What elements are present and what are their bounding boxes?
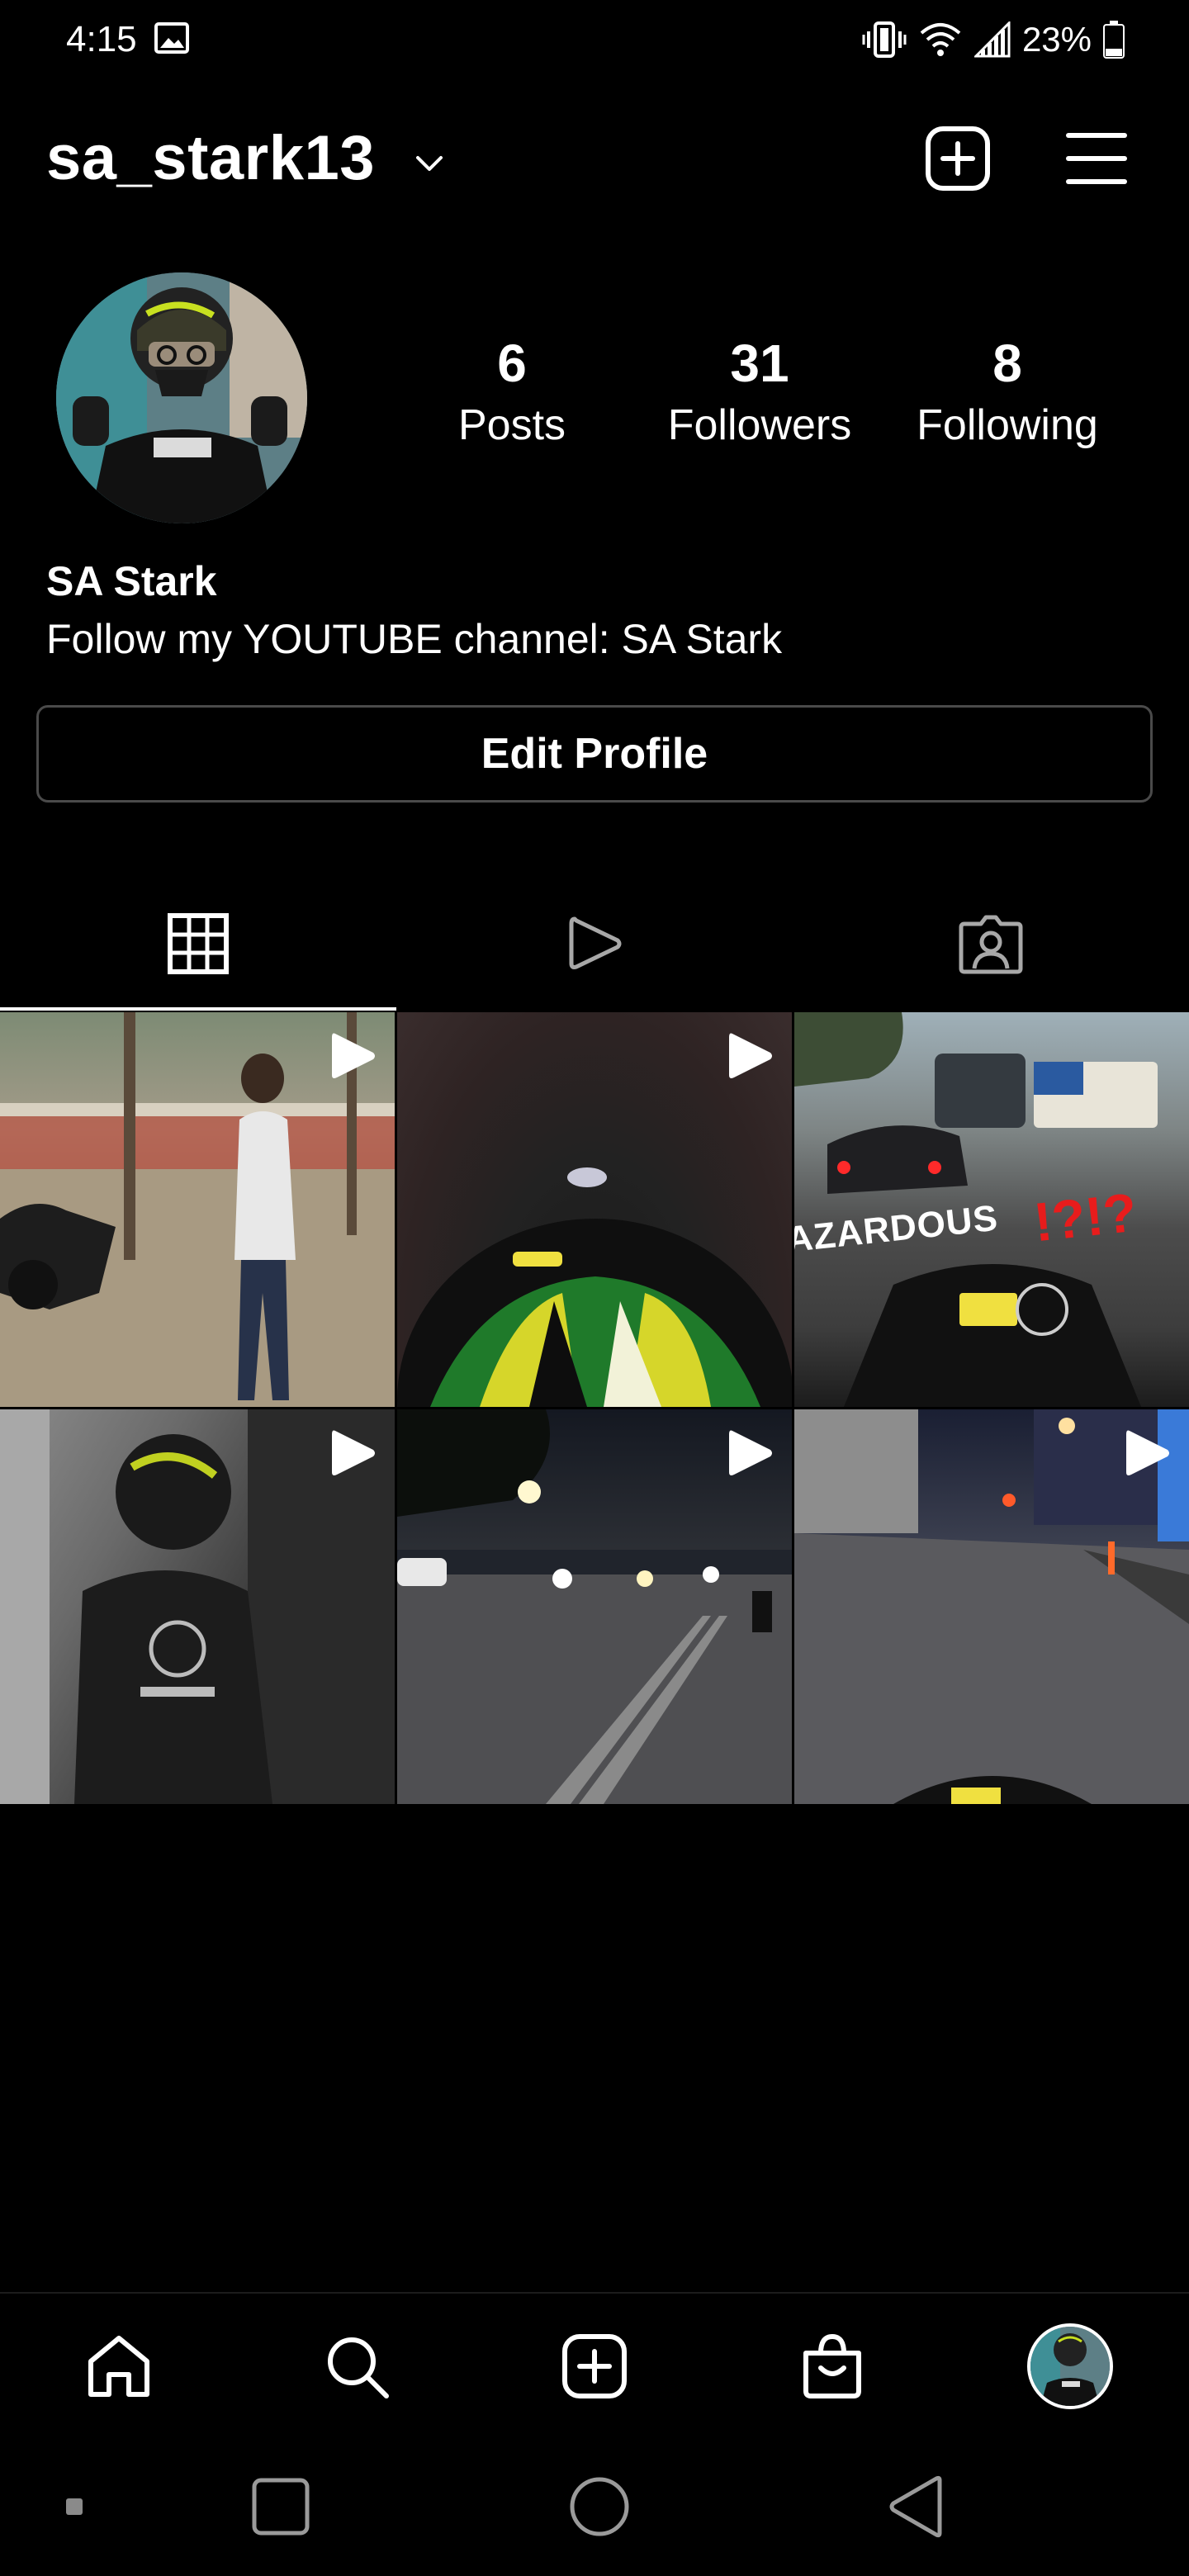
- battery-icon: [1103, 21, 1125, 59]
- home-circle-icon: [570, 2477, 629, 2536]
- profile-stats: 6 Posts 31 Followers 8 Following: [396, 330, 1139, 479]
- posts-count: 6: [497, 334, 527, 393]
- create-icon: [562, 2334, 627, 2398]
- grid-icon: [168, 913, 229, 974]
- following-label: Following: [917, 401, 1098, 449]
- stat-posts[interactable]: 6 Posts: [421, 330, 603, 454]
- search-icon: [328, 2337, 389, 2398]
- battery-percent: 23%: [1021, 20, 1092, 59]
- home-button[interactable]: [558, 2465, 641, 2548]
- tagged-person-icon: [959, 915, 1023, 974]
- nav-home[interactable]: [0, 2294, 238, 2439]
- nav-search[interactable]: [238, 2294, 476, 2439]
- system-dot: [58, 2465, 91, 2548]
- video-indicator-icon: [729, 1430, 772, 1475]
- status-bar: 4:15 23%: [0, 0, 1189, 79]
- post-tile[interactable]: AZARDOUS !?!?: [794, 1012, 1189, 1407]
- chevron-down-icon[interactable]: [413, 147, 446, 180]
- selected-tab-indicator: [0, 1007, 396, 1011]
- nav-shop[interactable]: [713, 2294, 951, 2439]
- post-overlay-marks: !?!?: [1030, 1181, 1140, 1253]
- profile-tabs: [0, 875, 1189, 1012]
- followers-count: 31: [730, 334, 789, 393]
- home-icon: [88, 2336, 149, 2397]
- stat-followers[interactable]: 31 Followers: [644, 330, 875, 454]
- following-count: 8: [992, 334, 1022, 393]
- username-title[interactable]: sa_stark13: [46, 119, 375, 198]
- post-tile[interactable]: [397, 1409, 792, 1804]
- square-dot-icon: [66, 2498, 83, 2515]
- back-icon: [889, 2475, 942, 2538]
- wifi-icon: [920, 23, 961, 56]
- profile-avatar[interactable]: [56, 272, 307, 523]
- posts-grid: AZARDOUS !?!?: [0, 1012, 1189, 1805]
- video-indicator-icon: [332, 1430, 375, 1475]
- vibrate-icon: [862, 21, 907, 58]
- hamburger-menu-icon[interactable]: [1062, 124, 1131, 193]
- new-post-icon[interactable]: [921, 122, 994, 195]
- status-time: 4:15: [66, 19, 137, 59]
- bio-text: Follow my YOUTUBE channel: SA Stark: [46, 616, 783, 662]
- post-tile[interactable]: [397, 1012, 792, 1407]
- recents-button[interactable]: [239, 2465, 322, 2548]
- avatar-photo: [56, 272, 307, 523]
- signal-icon: [973, 21, 1011, 58]
- recents-icon: [252, 2478, 310, 2536]
- tab-reels[interactable]: [396, 875, 793, 1012]
- edit-profile-button[interactable]: Edit Profile: [36, 705, 1153, 803]
- posts-label: Posts: [457, 401, 566, 449]
- profile-avatar-small: [1027, 2323, 1113, 2409]
- post-tile[interactable]: [0, 1012, 395, 1407]
- stat-following[interactable]: 8 Following: [908, 330, 1106, 454]
- video-indicator-icon: [332, 1033, 375, 1078]
- post-tile[interactable]: [794, 1409, 1189, 1804]
- gallery-icon: [154, 22, 189, 54]
- nav-profile[interactable]: [951, 2294, 1189, 2439]
- followers-label: Followers: [667, 401, 852, 449]
- shop-icon: [803, 2333, 861, 2398]
- reels-play-icon: [569, 916, 622, 969]
- bottom-navigation: [0, 2292, 1189, 2437]
- status-icons: 23%: [862, 17, 1125, 63]
- post-tile[interactable]: [0, 1409, 395, 1804]
- video-indicator-icon: [729, 1033, 772, 1078]
- back-button[interactable]: [875, 2465, 958, 2548]
- nav-create[interactable]: [476, 2294, 713, 2439]
- tab-tagged[interactable]: [793, 875, 1189, 1012]
- system-navigation-bar: [0, 2437, 1189, 2576]
- tab-posts-grid[interactable]: [0, 875, 396, 1012]
- full-name: SA Stark: [46, 558, 217, 604]
- video-indicator-icon: [1126, 1430, 1169, 1475]
